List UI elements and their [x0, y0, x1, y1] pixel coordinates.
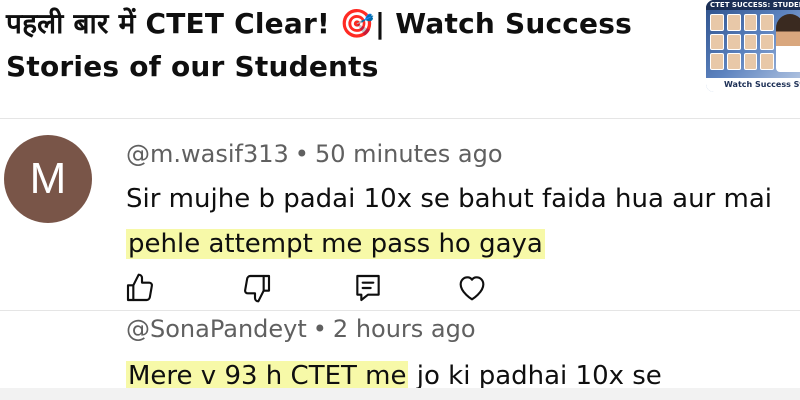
video-title[interactable]: पहली बार में CTET Clear! 🎯| Watch Succes… [6, 2, 696, 88]
comment-time: 2 hours ago [332, 315, 476, 343]
comment-meta: @m.wasif313 • 50 minutes ago [126, 140, 503, 168]
thumbnail-footer: Watch Success Stories [706, 78, 800, 92]
thumbs-up-icon [126, 273, 153, 302]
comment: @SonaPandeyt • 2 hours ago Mere v 93 h CTE… [0, 312, 800, 400]
meta-separator: • [294, 140, 309, 168]
reply-icon [356, 274, 380, 302]
comment-text: jo ki padhai 10x se [408, 361, 662, 391]
meta-separator: • [312, 315, 327, 343]
dislike-button[interactable] [237, 268, 277, 308]
heart-button[interactable] [452, 268, 492, 308]
divider [0, 118, 800, 119]
video-header: पहली बार में CTET Clear! 🎯| Watch Succes… [0, 0, 800, 96]
like-button[interactable] [120, 268, 160, 308]
bottom-bar [0, 388, 800, 400]
avatar[interactable]: M [4, 135, 92, 223]
comment-text-line: pehle attempt me pass ho gaya [126, 220, 545, 268]
comment-text-line: Sir mujhe b padai 10x se bahut faida hua… [126, 184, 772, 214]
thumbnail-collage [710, 14, 774, 70]
reply-button[interactable] [348, 268, 388, 308]
comment-actions [120, 268, 520, 308]
comment-meta: @SonaPandeyt • 2 hours ago [126, 315, 476, 343]
thumbnail-person [776, 14, 800, 72]
thumbs-down-icon [244, 274, 271, 303]
heart-icon [459, 276, 485, 301]
video-thumbnail[interactable]: CTET SUCCESS: STUDENT Watch Success Stor… [706, 0, 800, 92]
comment: M @m.wasif313 • 50 minutes ago Sir mujhe b… [0, 120, 800, 310]
comment-author[interactable]: @SonaPandeyt [126, 315, 307, 343]
comment-time: 50 minutes ago [314, 140, 503, 168]
divider [0, 310, 800, 311]
highlighted-text: pehle attempt me pass ho gaya [126, 229, 545, 259]
comment-author[interactable]: @m.wasif313 [126, 140, 289, 168]
highlighted-text: Mere v 93 h CTET me [126, 361, 409, 391]
thumbnail-banner: CTET SUCCESS: STUDENT [706, 0, 800, 10]
